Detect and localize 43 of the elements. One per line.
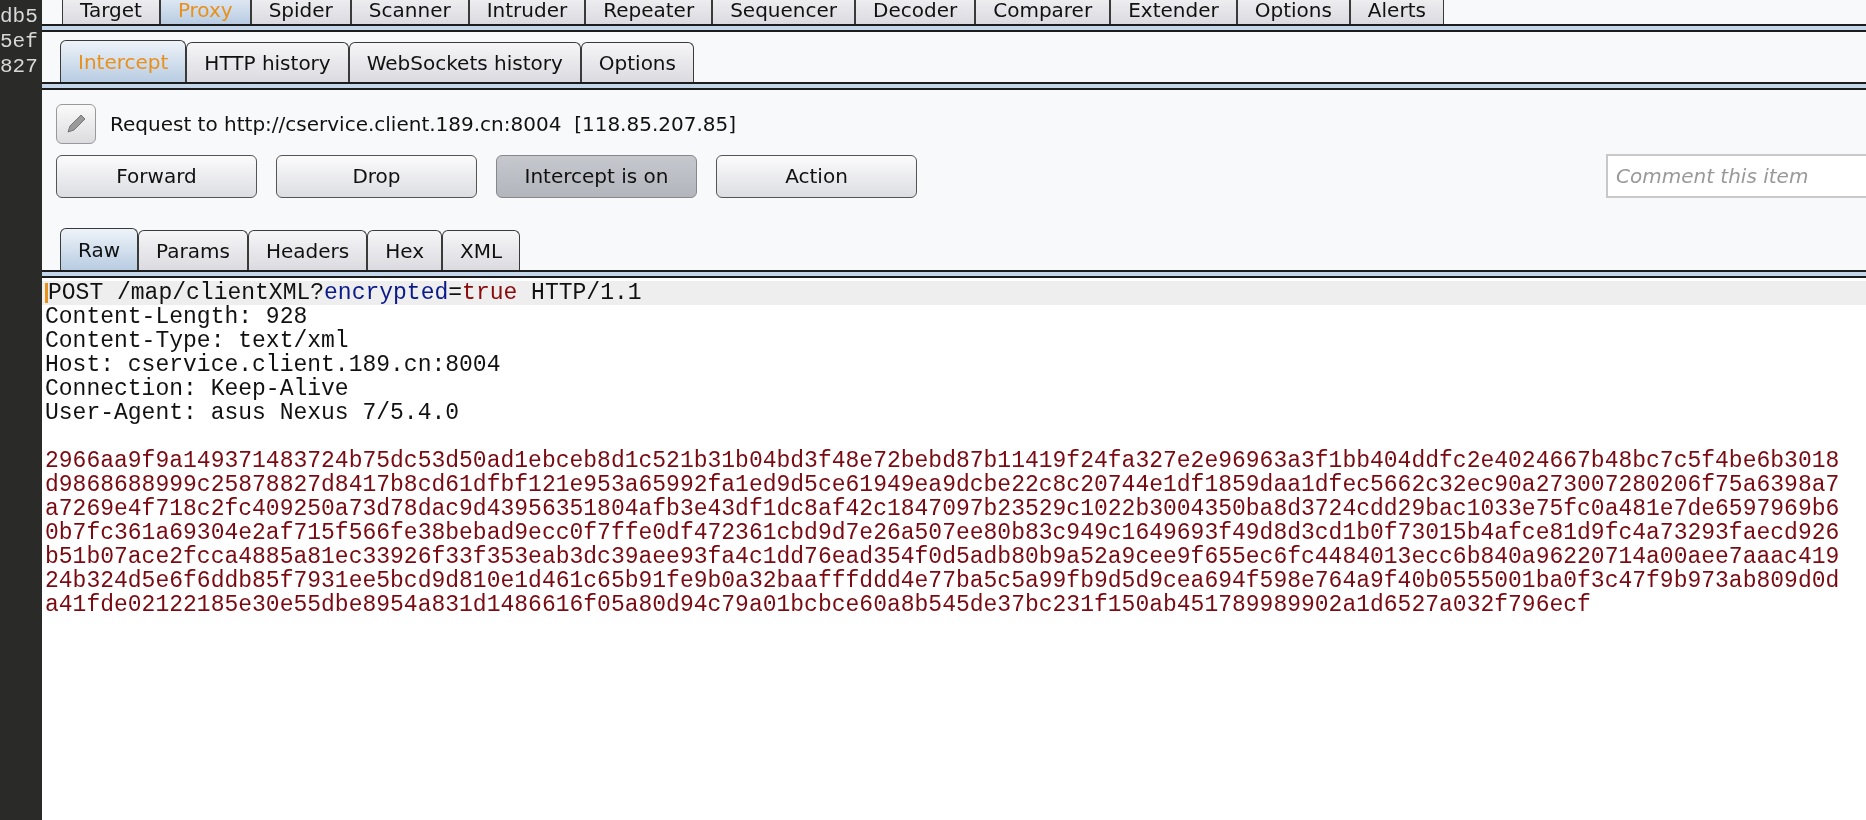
tab[interactable]: WebSockets history <box>348 42 581 82</box>
body-line: a7269e4f718c2fc409250a73d78dac9d43956351804afb3e43df1dc8af42c1847097b23529c1022b3004350ba8d3724cdd29bac1033e75fc0a481e7de6597969b6 <box>44 497 1840 521</box>
tab[interactable]: Target <box>62 0 160 24</box>
header-line: Content-Type: text/xml <box>44 329 349 353</box>
tab[interactable]: Scanner <box>350 0 469 24</box>
tab[interactable]: Hex <box>367 230 442 270</box>
tab[interactable]: Alerts <box>1349 0 1444 24</box>
request-line: POST /map/clientXML?encrypted=true HTTP/1.1 <box>48 281 642 305</box>
body-line: 2966aa9f9a149371483724b75dc53d50ad1ebceb8d1c521b31b04bd3f48e72bebd87b11419f24fa327e2e96963a3f1bb404ddfc2e4024667b48bc7c5f4be6b3018 <box>44 449 1840 473</box>
tab[interactable]: Params <box>138 230 248 270</box>
tab[interactable]: Comparer <box>975 0 1111 24</box>
tab[interactable]: Options <box>580 42 694 82</box>
request-title: Request to http://cservice.client.189.cn:8004 [118.85.207.85] <box>110 112 737 136</box>
code-fragment: 827 <box>0 54 39 79</box>
code-fragment: db5 <box>0 4 39 29</box>
code-fragment: 5ef <box>0 29 39 54</box>
action-button[interactable]: Action <box>716 154 917 198</box>
header-line: User-Agent: asus Nexus 7/5.4.0 <box>44 401 460 425</box>
header-line: Connection: Keep-Alive <box>44 377 349 401</box>
action-button[interactable]: Intercept is on <box>496 154 697 198</box>
tab[interactable]: Intruder <box>468 0 586 24</box>
body-line: 0b7fc361a69304e2af715f566fe38bebad9ecc0f7ffe0df472361cbd9d7e26a507ee80b83c949c1649693f49d8d3cd1b0f73015b4afce81d9fc4a73293faecd926 <box>44 521 1840 545</box>
tab[interactable]: XML <box>441 230 521 270</box>
tab[interactable]: Repeater <box>585 0 713 24</box>
body-line: d9868688999c25878827d8417b8cd61dfbf121e953a65992fa1ed9d5ce61949ea9dcbe22c8c20744e1df1859daa1dfec5662c32ec90a273007280206f75a6398a7 <box>44 473 1840 497</box>
tab[interactable]: Decoder <box>855 0 976 24</box>
action-button[interactable]: Forward <box>56 154 257 198</box>
tab[interactable]: Extender <box>1110 0 1237 24</box>
header-line: Content-Length: 928 <box>44 305 308 329</box>
tab[interactable]: Headers <box>247 230 368 270</box>
text-cursor <box>45 283 48 303</box>
body-line: b51b07ace2fcca4885a81ec33926f33f353eab3dc39aee93fa4c1dd76ead354f0d5adb80b9a52a9cee9f655ec6fc4484013ecc6b840a96220714a00aee7aaac419 <box>44 545 1840 569</box>
tab[interactable]: Sequencer <box>712 0 856 24</box>
tab[interactable]: Spider <box>250 0 351 24</box>
edit-button[interactable] <box>56 104 96 144</box>
action-button[interactable]: Drop <box>276 154 477 198</box>
header-line: Host: cservice.client.189.cn:8004 <box>44 353 501 377</box>
comment-field[interactable]: Comment this item <box>1606 154 1866 198</box>
body-line: 24b324d5e6f6ddb85f7931ee5bcd9d810e1d461c65b91fe9b0a32baafffddd4e77ba5c5a99fb9d5d9cea694f598e764a9f40b0555001ba0f3c47f9b973ab809d0d <box>44 569 1840 593</box>
tab[interactable]: HTTP history <box>186 42 349 82</box>
tab[interactable]: Options <box>1236 0 1350 24</box>
body-line: a41fde02122185e30e55dbe8954a831d1486616f05a80d94c79a01bcbce60a8b545de37bc231f150ab451789989902a1d6527a032f796ecf <box>44 593 1591 617</box>
tab[interactable]: Raw <box>60 228 139 270</box>
